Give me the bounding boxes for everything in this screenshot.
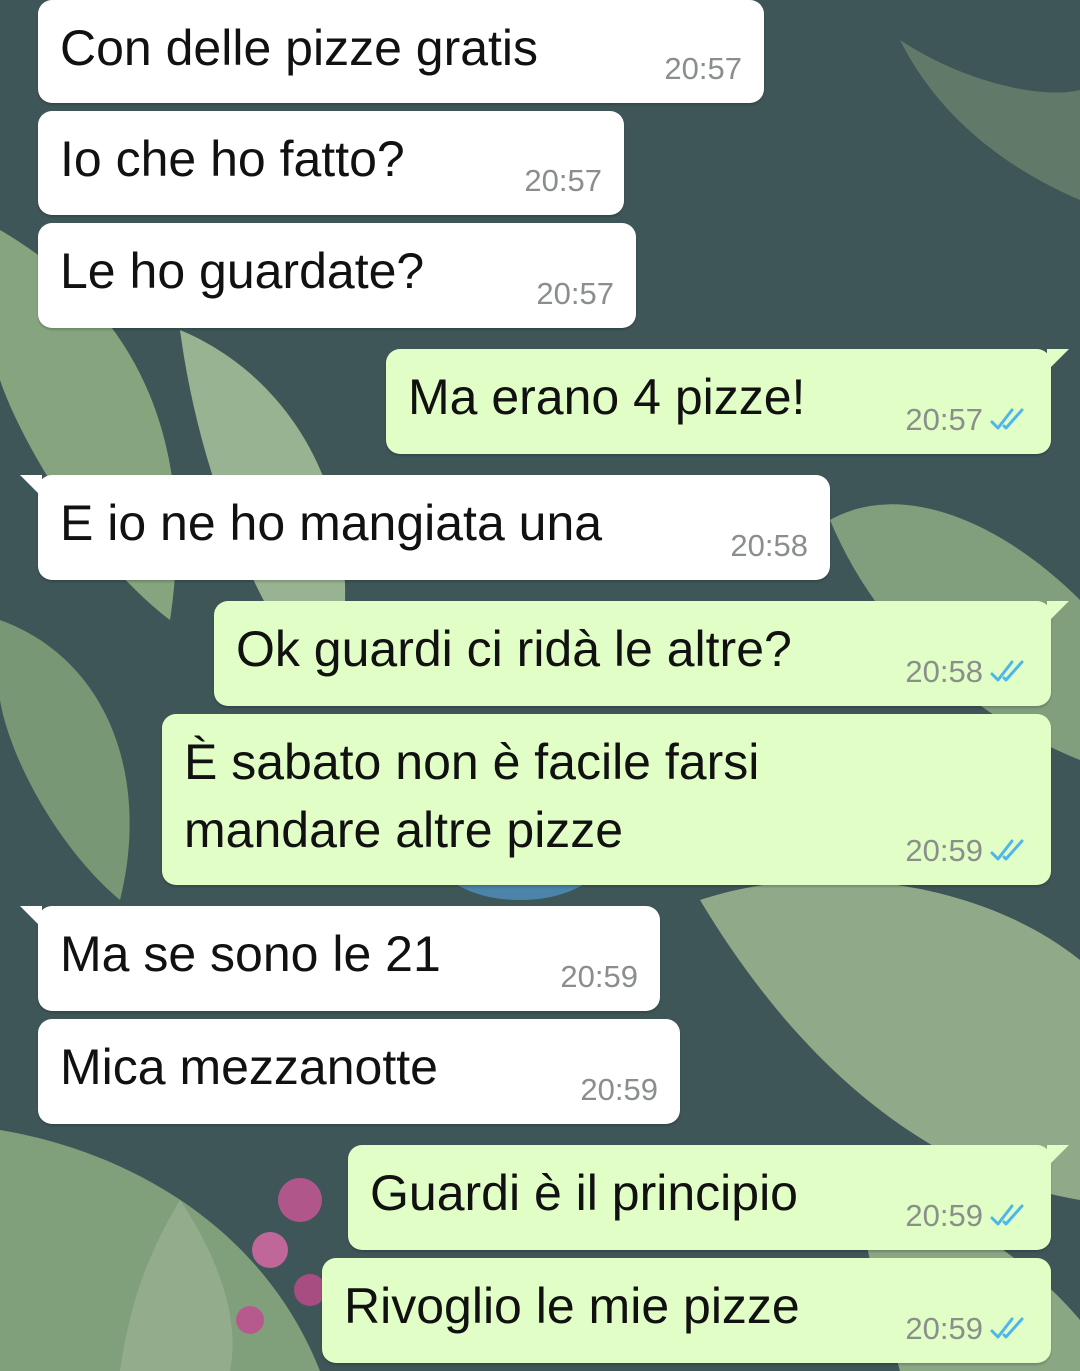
message-text: Rivoglio le mie pizze <box>344 1278 800 1334</box>
incoming-message-bubble[interactable]: Le ho guardate? 20:57 <box>38 223 636 328</box>
message-text: Con delle pizze gratis <box>60 20 539 76</box>
incoming-message-bubble[interactable]: Con delle pizze gratis 20:57 <box>38 0 764 103</box>
incoming-message-bubble[interactable]: Ma se sono le 21 20:59 <box>20 906 660 1011</box>
message-text: Ok guardi ci ridà le altre? <box>236 621 792 677</box>
message-meta: 20:58 <box>905 654 1029 690</box>
message-time: 20:59 <box>560 959 638 994</box>
message-text: Ma erano 4 pizze! <box>408 369 806 425</box>
read-double-check-icon <box>989 837 1029 865</box>
message-text: Le ho guardate? <box>60 243 425 299</box>
message-meta: 20:59 <box>580 1072 658 1108</box>
outgoing-message-bubble[interactable]: È sabato non è facile farsi mandare altr… <box>162 714 1051 885</box>
message-text: Guardi è il principio <box>370 1165 798 1221</box>
message-meta: 20:57 <box>905 402 1029 438</box>
message-time: 20:57 <box>664 51 742 86</box>
message-list: Con delle pizze gratis 20:57 Io che ho fat… <box>0 0 1080 1371</box>
outgoing-message-bubble[interactable]: Ok guardi ci ridà le altre? 20:58 <box>214 601 1069 706</box>
message-meta: 20:57 <box>524 163 602 199</box>
message-meta: 20:59 <box>905 1311 1029 1347</box>
incoming-message-bubble[interactable]: E io ne ho mangiata una 20:58 <box>20 475 830 580</box>
message-time: 20:59 <box>905 1198 983 1233</box>
message-time: 20:59 <box>580 1072 658 1107</box>
read-double-check-icon <box>989 1202 1029 1230</box>
message-meta: 20:59 <box>560 959 638 995</box>
message-text: Mica mezzanotte <box>60 1039 438 1095</box>
outgoing-message-bubble[interactable]: Guardi è il principio 20:59 <box>348 1145 1069 1250</box>
outgoing-message-bubble[interactable]: Rivoglio le mie pizze 20:59 <box>322 1258 1051 1363</box>
message-time: 20:57 <box>536 276 614 311</box>
message-text: E io ne ho mangiata una <box>60 495 603 551</box>
message-meta: 20:57 <box>536 276 614 312</box>
message-time: 20:59 <box>905 833 983 868</box>
read-double-check-icon <box>989 1315 1029 1343</box>
outgoing-message-bubble[interactable]: Ma erano 4 pizze! 20:57 <box>386 349 1069 454</box>
incoming-message-bubble[interactable]: Io che ho fatto? 20:57 <box>38 111 624 215</box>
message-time: 20:57 <box>524 163 602 198</box>
incoming-message-bubble[interactable]: Mica mezzanotte 20:59 <box>38 1019 680 1124</box>
message-meta: 20:58 <box>730 528 808 564</box>
message-text: È sabato non è facile farsi mandare altr… <box>184 734 760 858</box>
message-time: 20:57 <box>905 402 983 437</box>
message-meta: 20:59 <box>905 1198 1029 1234</box>
message-text: Ma se sono le 21 <box>60 926 441 982</box>
message-meta: 20:57 <box>664 51 742 87</box>
read-double-check-icon <box>989 658 1029 686</box>
message-time: 20:58 <box>730 528 808 563</box>
message-time: 20:59 <box>905 1311 983 1346</box>
message-meta: 20:59 <box>905 833 1029 869</box>
message-time: 20:58 <box>905 654 983 689</box>
message-text: Io che ho fatto? <box>60 131 405 187</box>
read-double-check-icon <box>989 406 1029 434</box>
